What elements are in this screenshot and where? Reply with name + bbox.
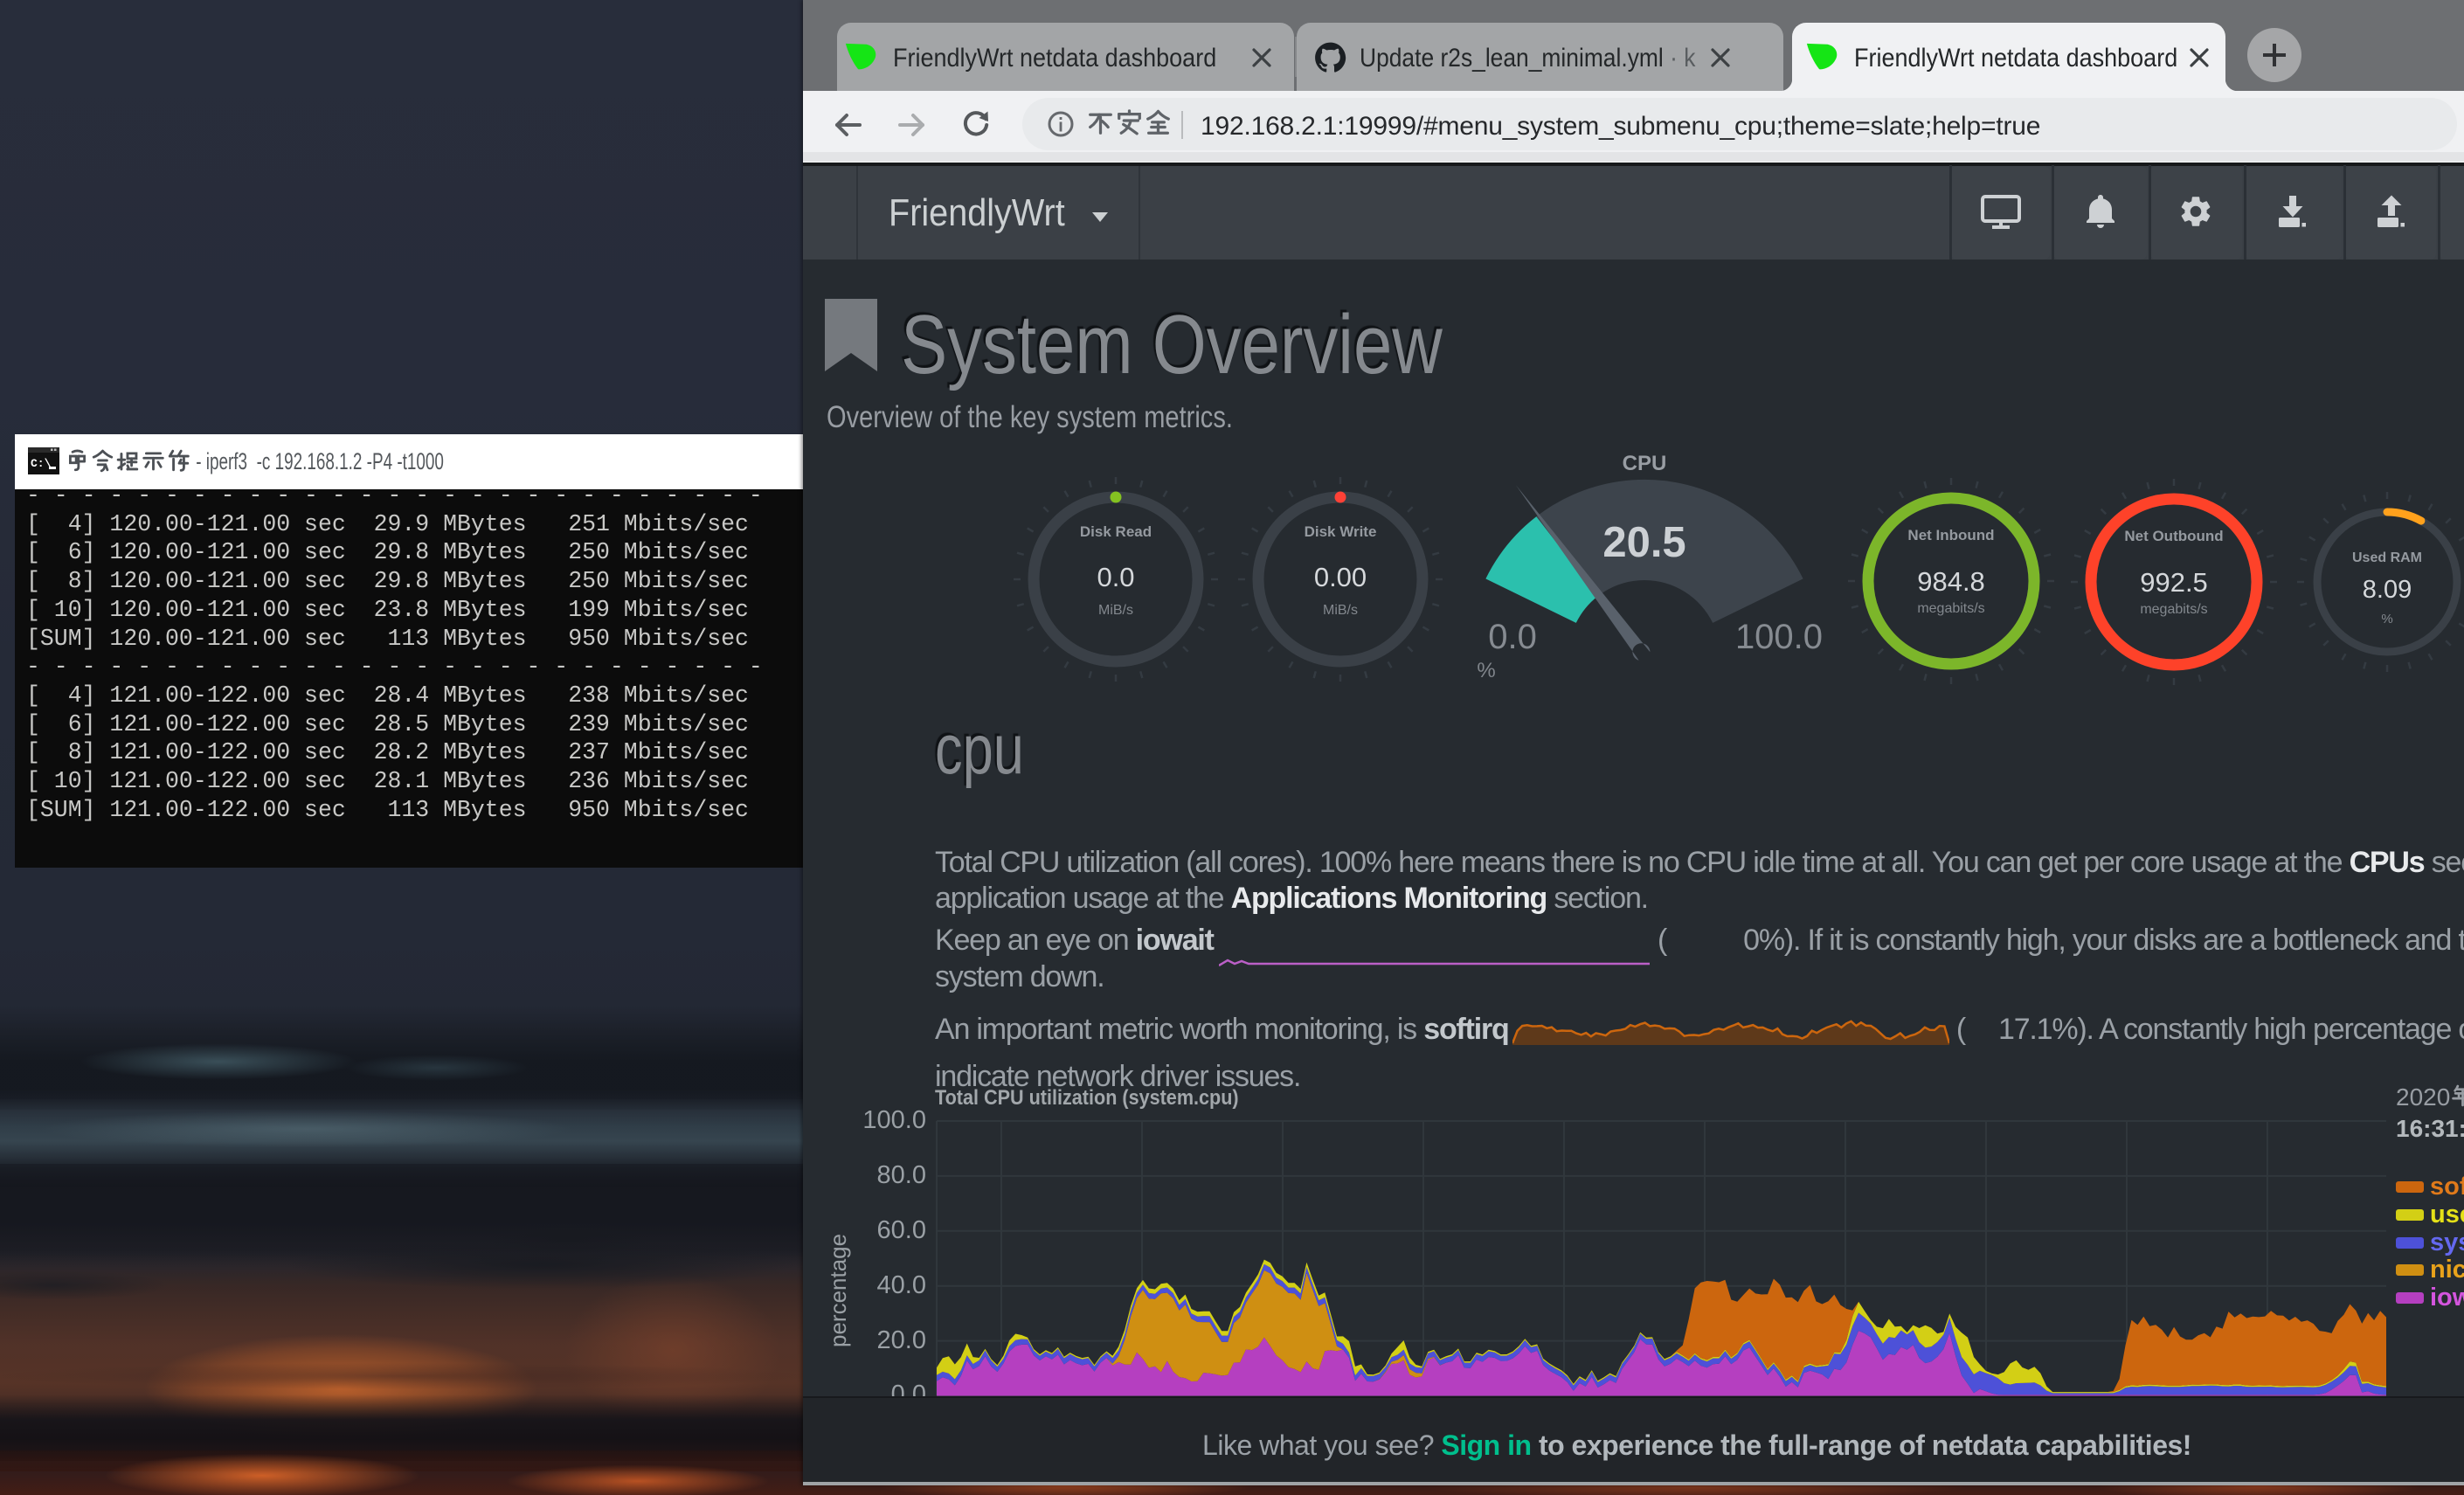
svg-text:megabits/s: megabits/s [2140,602,2207,617]
svg-text:0.0: 0.0 [1097,562,1134,592]
svg-text:Used RAM: Used RAM [2352,550,2422,565]
svg-text:Net Outbound: Net Outbound [2124,528,2223,544]
svg-text:20.5: 20.5 [1602,519,1685,566]
svg-text:Disk Write: Disk Write [1305,523,1377,540]
svg-text:0.0: 0.0 [1488,618,1537,656]
svg-text:MiB/s: MiB/s [1323,603,1358,618]
svg-text:%: % [2381,612,2392,626]
svg-text:%: % [1477,659,1495,682]
svg-text:MiB/s: MiB/s [1098,603,1133,618]
svg-text:C:\: C:\ [31,457,52,470]
svg-text:Disk Read: Disk Read [1080,523,1152,540]
svg-text:992.5: 992.5 [2140,567,2208,598]
svg-text:8.09: 8.09 [2363,576,2412,604]
svg-text:Net Inbound: Net Inbound [1907,527,1994,543]
svg-text:100.0: 100.0 [1735,618,1823,656]
svg-text:megabits/s: megabits/s [1917,601,1984,616]
svg-text:0.00: 0.00 [1314,562,1367,592]
svg-text:984.8: 984.8 [1917,566,1985,597]
svg-text:CPU: CPU [1623,455,1667,475]
